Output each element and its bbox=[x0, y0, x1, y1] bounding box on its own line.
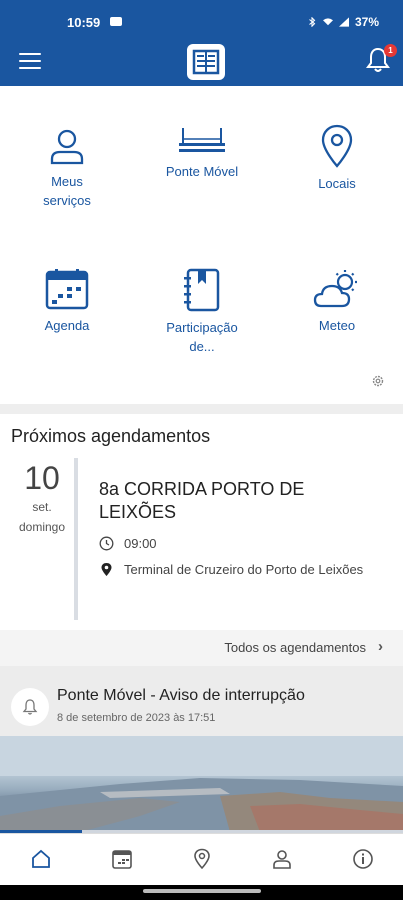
event-month: set. bbox=[32, 500, 52, 514]
section-divider bbox=[0, 404, 403, 414]
location-icon[interactable] bbox=[191, 848, 213, 870]
battery-percent: 37% bbox=[354, 15, 379, 29]
shortcut-participacao[interactable]: Participação de... bbox=[147, 268, 257, 356]
notifications-bell-icon[interactable]: 1 bbox=[365, 44, 397, 76]
event-location: Terminal de Cruzeiro do Porto de Leixões bbox=[124, 562, 364, 577]
calendar-icon bbox=[45, 269, 89, 310]
home-icon[interactable] bbox=[30, 848, 52, 870]
bridge-logo-icon bbox=[192, 49, 220, 75]
event-divider bbox=[74, 458, 78, 620]
event-day: 10 bbox=[24, 460, 60, 496]
clock-icon bbox=[99, 536, 114, 551]
status-bar: 10:59 37% bbox=[0, 0, 403, 44]
location-pin-icon bbox=[321, 124, 353, 168]
shortcut-meus-servicos[interactable]: Meus serviços bbox=[12, 128, 122, 210]
signal-icon bbox=[338, 17, 349, 27]
shortcut-label: Meus serviços bbox=[43, 174, 91, 208]
shortcut-label: Ponte Móvel bbox=[165, 164, 239, 179]
shortcut-label: Participação de... bbox=[166, 320, 238, 354]
notification-badge: 1 bbox=[384, 44, 397, 57]
section-divider bbox=[0, 666, 403, 678]
shortcut-label: Locais bbox=[318, 176, 356, 191]
chevron-right-icon: › bbox=[378, 638, 383, 655]
status-indicators: 37% bbox=[307, 15, 379, 29]
bridge-icon bbox=[179, 128, 225, 152]
event-title[interactable]: 8a CORRIDA PORTO DE LEIXÕES bbox=[99, 478, 359, 524]
shortcut-ponte-movel[interactable]: Ponte Móvel bbox=[147, 126, 257, 181]
notice-title: Ponte Móvel - Aviso de interrupção bbox=[57, 687, 305, 704]
home-indicator[interactable] bbox=[143, 889, 261, 893]
notice-card[interactable]: Ponte Móvel - Aviso de interrupção 8 de … bbox=[0, 678, 403, 736]
profile-icon[interactable] bbox=[271, 848, 293, 870]
youtube-notification-icon bbox=[110, 17, 122, 26]
app-logo bbox=[187, 44, 225, 80]
shortcut-label: Meteo bbox=[318, 318, 356, 333]
gesture-bar bbox=[0, 885, 403, 900]
weather-cloud-sun-icon bbox=[313, 270, 357, 308]
shortcuts-grid: Meus serviços Ponte Móvel Locais Agenda … bbox=[0, 86, 403, 404]
settings-gear-icon[interactable] bbox=[371, 374, 385, 388]
notebook-icon bbox=[184, 268, 220, 312]
shortcut-agenda[interactable]: Agenda bbox=[12, 268, 122, 335]
top-bar: 10:59 37% 1 bbox=[0, 0, 403, 86]
status-time: 10:59 bbox=[67, 15, 101, 30]
hamburger-menu-icon[interactable] bbox=[19, 53, 41, 73]
wifi-icon bbox=[322, 18, 333, 26]
shortcut-locais[interactable]: Locais bbox=[282, 124, 392, 193]
bottom-navigation bbox=[0, 833, 403, 885]
event-time: 09:00 bbox=[124, 536, 157, 551]
port-aerial-photo bbox=[0, 736, 403, 832]
upcoming-section: Próximos agendamentos 10 set. domingo 8a… bbox=[0, 414, 403, 630]
location-pin-icon bbox=[101, 563, 112, 576]
upcoming-heading: Próximos agendamentos bbox=[11, 426, 211, 446]
event-weekday: domingo bbox=[18, 520, 66, 534]
all-appointments-link[interactable]: Todos os agendamentos bbox=[224, 640, 366, 655]
bell-icon bbox=[22, 699, 38, 715]
person-icon bbox=[50, 129, 84, 165]
notice-bell-button[interactable] bbox=[11, 688, 49, 726]
agenda-icon[interactable] bbox=[111, 848, 133, 870]
all-appointments-row[interactable]: Todos os agendamentos › bbox=[0, 630, 403, 666]
app-bar: 1 bbox=[0, 44, 403, 86]
shortcut-meteo[interactable]: Meteo bbox=[282, 268, 392, 335]
bluetooth-icon bbox=[309, 17, 316, 27]
shortcut-label: Agenda bbox=[44, 318, 90, 333]
event-date: 10 set. domingo bbox=[12, 460, 72, 534]
info-icon[interactable] bbox=[352, 848, 374, 870]
notice-date: 8 de setembro de 2023 às 17:51 bbox=[57, 712, 216, 724]
